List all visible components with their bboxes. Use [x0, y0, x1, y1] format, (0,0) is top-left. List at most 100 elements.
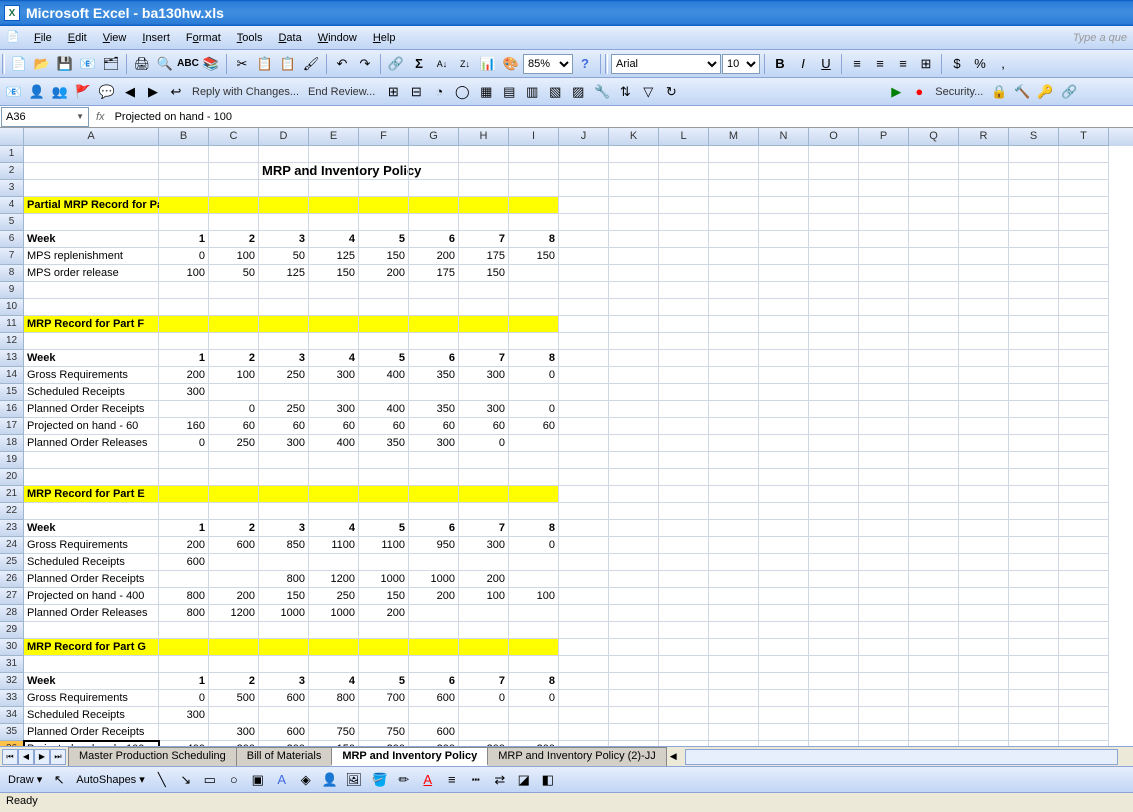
cell[interactable] — [959, 231, 1009, 248]
cell[interactable]: 4 — [309, 231, 359, 248]
cell[interactable] — [259, 656, 309, 673]
cell[interactable] — [159, 401, 209, 418]
cell[interactable] — [1059, 452, 1109, 469]
cell[interactable] — [609, 367, 659, 384]
cell[interactable] — [159, 316, 209, 333]
cell[interactable]: 60 — [509, 418, 559, 435]
cell[interactable] — [859, 333, 909, 350]
cell[interactable] — [259, 214, 309, 231]
cell[interactable] — [759, 265, 809, 282]
cell[interactable] — [159, 656, 209, 673]
cell[interactable] — [709, 503, 759, 520]
cell[interactable] — [459, 486, 509, 503]
cell[interactable] — [159, 214, 209, 231]
cell[interactable] — [509, 486, 559, 503]
cut-icon[interactable]: ✂ — [231, 53, 253, 75]
tools-icon[interactable]: 🔧 — [591, 81, 613, 103]
cell[interactable]: Gross Requirements — [24, 367, 159, 384]
cell[interactable]: 300 — [259, 435, 309, 452]
cell[interactable]: 60 — [359, 418, 409, 435]
cell[interactable] — [609, 333, 659, 350]
picture-icon[interactable]: 🖼 — [343, 769, 365, 791]
cell[interactable] — [359, 469, 409, 486]
cell[interactable] — [259, 452, 309, 469]
cell[interactable] — [859, 265, 909, 282]
cell[interactable] — [509, 503, 559, 520]
col-header-S[interactable]: S — [1009, 128, 1059, 146]
cell[interactable] — [24, 469, 159, 486]
cell[interactable] — [959, 350, 1009, 367]
research-icon[interactable]: 📚 — [200, 53, 222, 75]
key-icon[interactable]: 🔑 — [1034, 81, 1056, 103]
cell[interactable] — [1059, 537, 1109, 554]
cell[interactable] — [1059, 367, 1109, 384]
row-header-3[interactable]: 3 — [0, 180, 24, 197]
row-header-26[interactable]: 26 — [0, 571, 24, 588]
cell[interactable] — [959, 146, 1009, 163]
cell[interactable]: 0 — [159, 690, 209, 707]
row-header-22[interactable]: 22 — [0, 503, 24, 520]
cell[interactable] — [909, 248, 959, 265]
cell[interactable]: 150 — [459, 265, 509, 282]
cell[interactable] — [809, 401, 859, 418]
cell[interactable] — [509, 554, 559, 571]
cell[interactable] — [509, 639, 559, 656]
cell[interactable] — [459, 299, 509, 316]
row-header-30[interactable]: 30 — [0, 639, 24, 656]
cell[interactable] — [209, 214, 259, 231]
cell[interactable] — [209, 622, 259, 639]
cell[interactable]: 200 — [509, 741, 559, 746]
cell[interactable] — [1009, 248, 1059, 265]
shadow-icon[interactable]: ◪ — [513, 769, 535, 791]
preview-icon[interactable]: 🔍 — [154, 53, 176, 75]
cell[interactable] — [909, 282, 959, 299]
cell[interactable] — [709, 690, 759, 707]
cell[interactable]: 750 — [309, 724, 359, 741]
cell[interactable] — [909, 741, 959, 746]
toolbar-handle-2[interactable] — [605, 54, 608, 74]
cell[interactable]: 400 — [159, 741, 209, 746]
cell[interactable] — [1059, 418, 1109, 435]
cell[interactable] — [659, 418, 709, 435]
cell[interactable] — [609, 690, 659, 707]
cell[interactable] — [809, 741, 859, 746]
cell[interactable] — [859, 537, 909, 554]
cell[interactable]: 0 — [509, 401, 559, 418]
cell[interactable] — [859, 180, 909, 197]
cell[interactable] — [709, 299, 759, 316]
cell[interactable] — [1009, 265, 1059, 282]
record-icon[interactable]: ● — [908, 81, 930, 103]
cell[interactable]: 300 — [409, 435, 459, 452]
row-header-17[interactable]: 17 — [0, 418, 24, 435]
grid5-icon[interactable]: ▨ — [567, 81, 589, 103]
cell[interactable] — [1009, 214, 1059, 231]
cell[interactable] — [759, 350, 809, 367]
cell[interactable]: 60 — [409, 418, 459, 435]
cell[interactable] — [559, 741, 609, 746]
cell[interactable] — [409, 214, 459, 231]
cell[interactable]: 125 — [309, 248, 359, 265]
arrow-style-icon[interactable]: ⇄ — [489, 769, 511, 791]
cell[interactable] — [809, 571, 859, 588]
cell[interactable]: 1000 — [359, 571, 409, 588]
draw-menu[interactable]: Draw ▾ — [4, 773, 46, 786]
cell[interactable] — [459, 605, 509, 622]
cell[interactable] — [759, 180, 809, 197]
cell[interactable] — [759, 724, 809, 741]
chart-icon[interactable]: 📊 — [477, 53, 499, 75]
cell[interactable] — [909, 673, 959, 690]
cell[interactable] — [809, 588, 859, 605]
cell[interactable] — [709, 265, 759, 282]
cell[interactable] — [1009, 469, 1059, 486]
cell[interactable]: 150 — [359, 248, 409, 265]
cell[interactable] — [159, 146, 209, 163]
cell[interactable] — [909, 690, 959, 707]
cell[interactable] — [359, 639, 409, 656]
cell[interactable]: 4 — [309, 350, 359, 367]
cell[interactable] — [409, 605, 459, 622]
cell[interactable] — [309, 299, 359, 316]
cell[interactable] — [1059, 299, 1109, 316]
copy-icon[interactable]: 📋 — [254, 53, 276, 75]
cell[interactable]: 1000 — [259, 605, 309, 622]
cell[interactable] — [509, 180, 559, 197]
